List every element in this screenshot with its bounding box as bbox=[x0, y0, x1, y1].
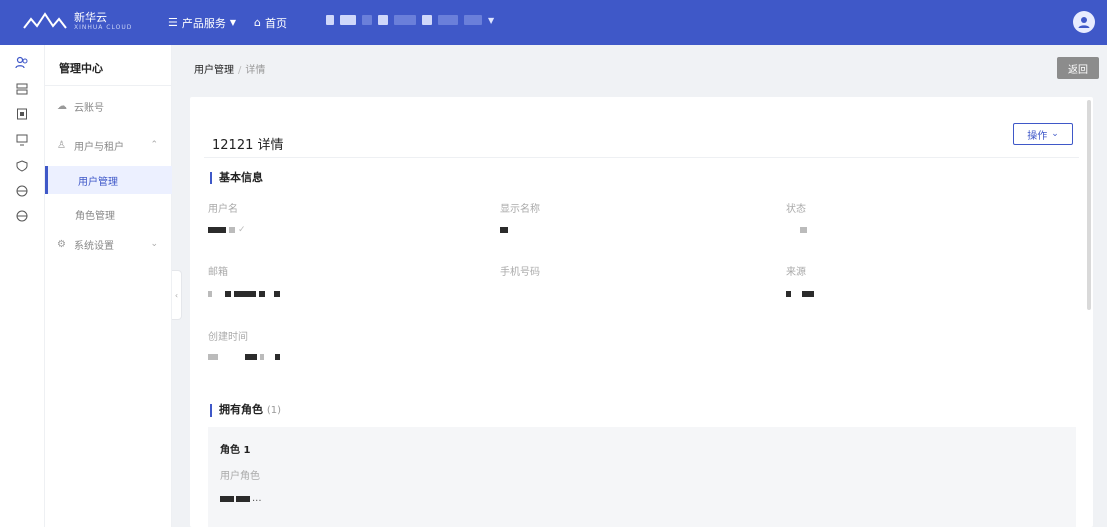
phone-label: 手机号码 bbox=[500, 267, 540, 278]
detail-card: 12121 详情 操作 ⌄ 基本信息 用户名 ✓ 显示名称 状态 邮箱 手机号码… bbox=[190, 97, 1093, 527]
brand-name: 新华云 bbox=[74, 10, 107, 24]
sidebar-title: 管理中心 bbox=[59, 62, 103, 75]
sidebar-item-label: 用户管理 bbox=[78, 176, 118, 188]
source-label: 来源 bbox=[786, 267, 806, 278]
email-label: 邮箱 bbox=[208, 267, 228, 278]
stack-icon[interactable] bbox=[13, 207, 31, 225]
document-icon[interactable] bbox=[13, 105, 31, 123]
breadcrumb-bar: 用户管理 / 详情 返回 bbox=[172, 45, 1107, 87]
operations-dropdown[interactable]: 操作 ⌄ bbox=[1013, 123, 1073, 145]
roles-count: (1) bbox=[266, 405, 282, 416]
caret-down-icon[interactable]: ▼ bbox=[488, 16, 494, 25]
scrollbar[interactable] bbox=[1087, 100, 1091, 310]
sidebar-item-role-management[interactable]: 角色管理 bbox=[45, 200, 172, 228]
cloud-icon: ☁ bbox=[57, 100, 67, 112]
created-time-label: 创建时间 bbox=[208, 332, 248, 343]
breadcrumb-current: 详情 bbox=[245, 65, 266, 76]
brand-logo[interactable]: 新华云 XINHUA CLOUD bbox=[22, 10, 132, 32]
divider bbox=[204, 157, 1079, 158]
home-link[interactable]: ⌂ 首页 bbox=[254, 15, 287, 31]
roles-section-label: 拥有角色 bbox=[219, 403, 263, 416]
email-value bbox=[208, 289, 280, 299]
role-name: 角色 1 bbox=[220, 445, 251, 456]
source-value bbox=[786, 289, 814, 299]
section-title-basic-info: 基本信息 bbox=[210, 172, 263, 184]
copy-icon[interactable]: ✓ bbox=[238, 225, 246, 235]
display-name-label: 显示名称 bbox=[500, 204, 540, 215]
home-link-label: 首页 bbox=[265, 16, 288, 30]
monitor-icon[interactable] bbox=[13, 131, 31, 149]
back-button[interactable]: 返回 bbox=[1057, 57, 1099, 79]
sidebar-collapse-handle[interactable]: ‹ bbox=[172, 270, 182, 320]
username-value: ✓ bbox=[208, 225, 246, 235]
top-navigation-bar: 新华云 XINHUA CLOUD ☰ 产品服务 ▼ ⌂ 首页 ▼ bbox=[0, 0, 1107, 45]
sidebar-item-cloud-account[interactable]: ☁ 云账号 bbox=[45, 92, 172, 120]
created-time-value bbox=[208, 352, 280, 362]
home-icon: ⌂ bbox=[254, 16, 262, 29]
chevron-up-icon: ⌃ bbox=[150, 140, 158, 150]
operations-label: 操作 bbox=[1027, 130, 1048, 142]
brand-tagline: XINHUA CLOUD bbox=[74, 23, 133, 31]
secondary-sidebar: 管理中心 ☁ 云账号 ♙ 用户与租户 ⌃ 用户管理 角色管理 ⚙ 系统设置 ⌄ bbox=[45, 45, 172, 527]
sidebar-item-label: 角色管理 bbox=[75, 210, 115, 222]
status-label: 状态 bbox=[786, 204, 806, 215]
chevron-down-icon: ⌄ bbox=[1051, 129, 1059, 139]
breadcrumb-separator: / bbox=[238, 65, 242, 76]
shield-icon[interactable] bbox=[13, 157, 31, 175]
caret-down-icon: ▼ bbox=[229, 18, 237, 27]
products-menu[interactable]: ☰ 产品服务 ▼ bbox=[168, 15, 236, 31]
username-label: 用户名 bbox=[208, 204, 238, 215]
sidebar-item-user-management[interactable]: 用户管理 bbox=[45, 166, 172, 194]
chevron-left-icon: ‹ bbox=[174, 290, 179, 300]
redacted-nav-items: ▼ bbox=[326, 15, 494, 25]
user-avatar[interactable] bbox=[1073, 11, 1095, 33]
chevron-down-icon: ⌄ bbox=[150, 239, 158, 249]
sidebar-item-label: 云账号 bbox=[74, 102, 104, 114]
products-menu-label: 产品服务 bbox=[181, 16, 226, 30]
server-icon[interactable] bbox=[13, 80, 31, 98]
sidebar-item-label: 用户与租户 bbox=[74, 141, 124, 153]
role-card: 角色 1 用户角色 ... bbox=[208, 427, 1076, 527]
sidebar-item-system-settings[interactable]: ⚙ 系统设置 ⌄ bbox=[45, 230, 172, 258]
users-icon[interactable] bbox=[13, 54, 31, 72]
breadcrumb-parent[interactable]: 用户管理 bbox=[194, 65, 234, 76]
display-name-value bbox=[500, 225, 508, 235]
layers-icon[interactable] bbox=[13, 182, 31, 200]
page-title: 12121 详情 bbox=[212, 138, 284, 153]
status-value bbox=[800, 225, 807, 235]
logo-mark-icon bbox=[23, 12, 67, 29]
menu-icon: ☰ bbox=[168, 16, 178, 29]
role-field-value: ... bbox=[220, 493, 262, 504]
breadcrumb: 用户管理 / 详情 bbox=[194, 61, 265, 76]
sidebar-item-users-tenants[interactable]: ♙ 用户与租户 ⌃ bbox=[45, 131, 172, 159]
divider bbox=[45, 85, 172, 86]
gear-icon: ⚙ bbox=[57, 238, 66, 250]
user-icon: ♙ bbox=[57, 139, 66, 151]
role-field-label: 用户角色 bbox=[220, 471, 260, 482]
user-icon bbox=[1078, 17, 1090, 28]
icon-rail bbox=[0, 45, 45, 527]
sidebar-item-label: 系统设置 bbox=[74, 240, 114, 252]
top-nav: ☰ 产品服务 ▼ ⌂ 首页 bbox=[168, 0, 287, 45]
section-title-roles: 拥有角色 (1) bbox=[210, 404, 281, 417]
